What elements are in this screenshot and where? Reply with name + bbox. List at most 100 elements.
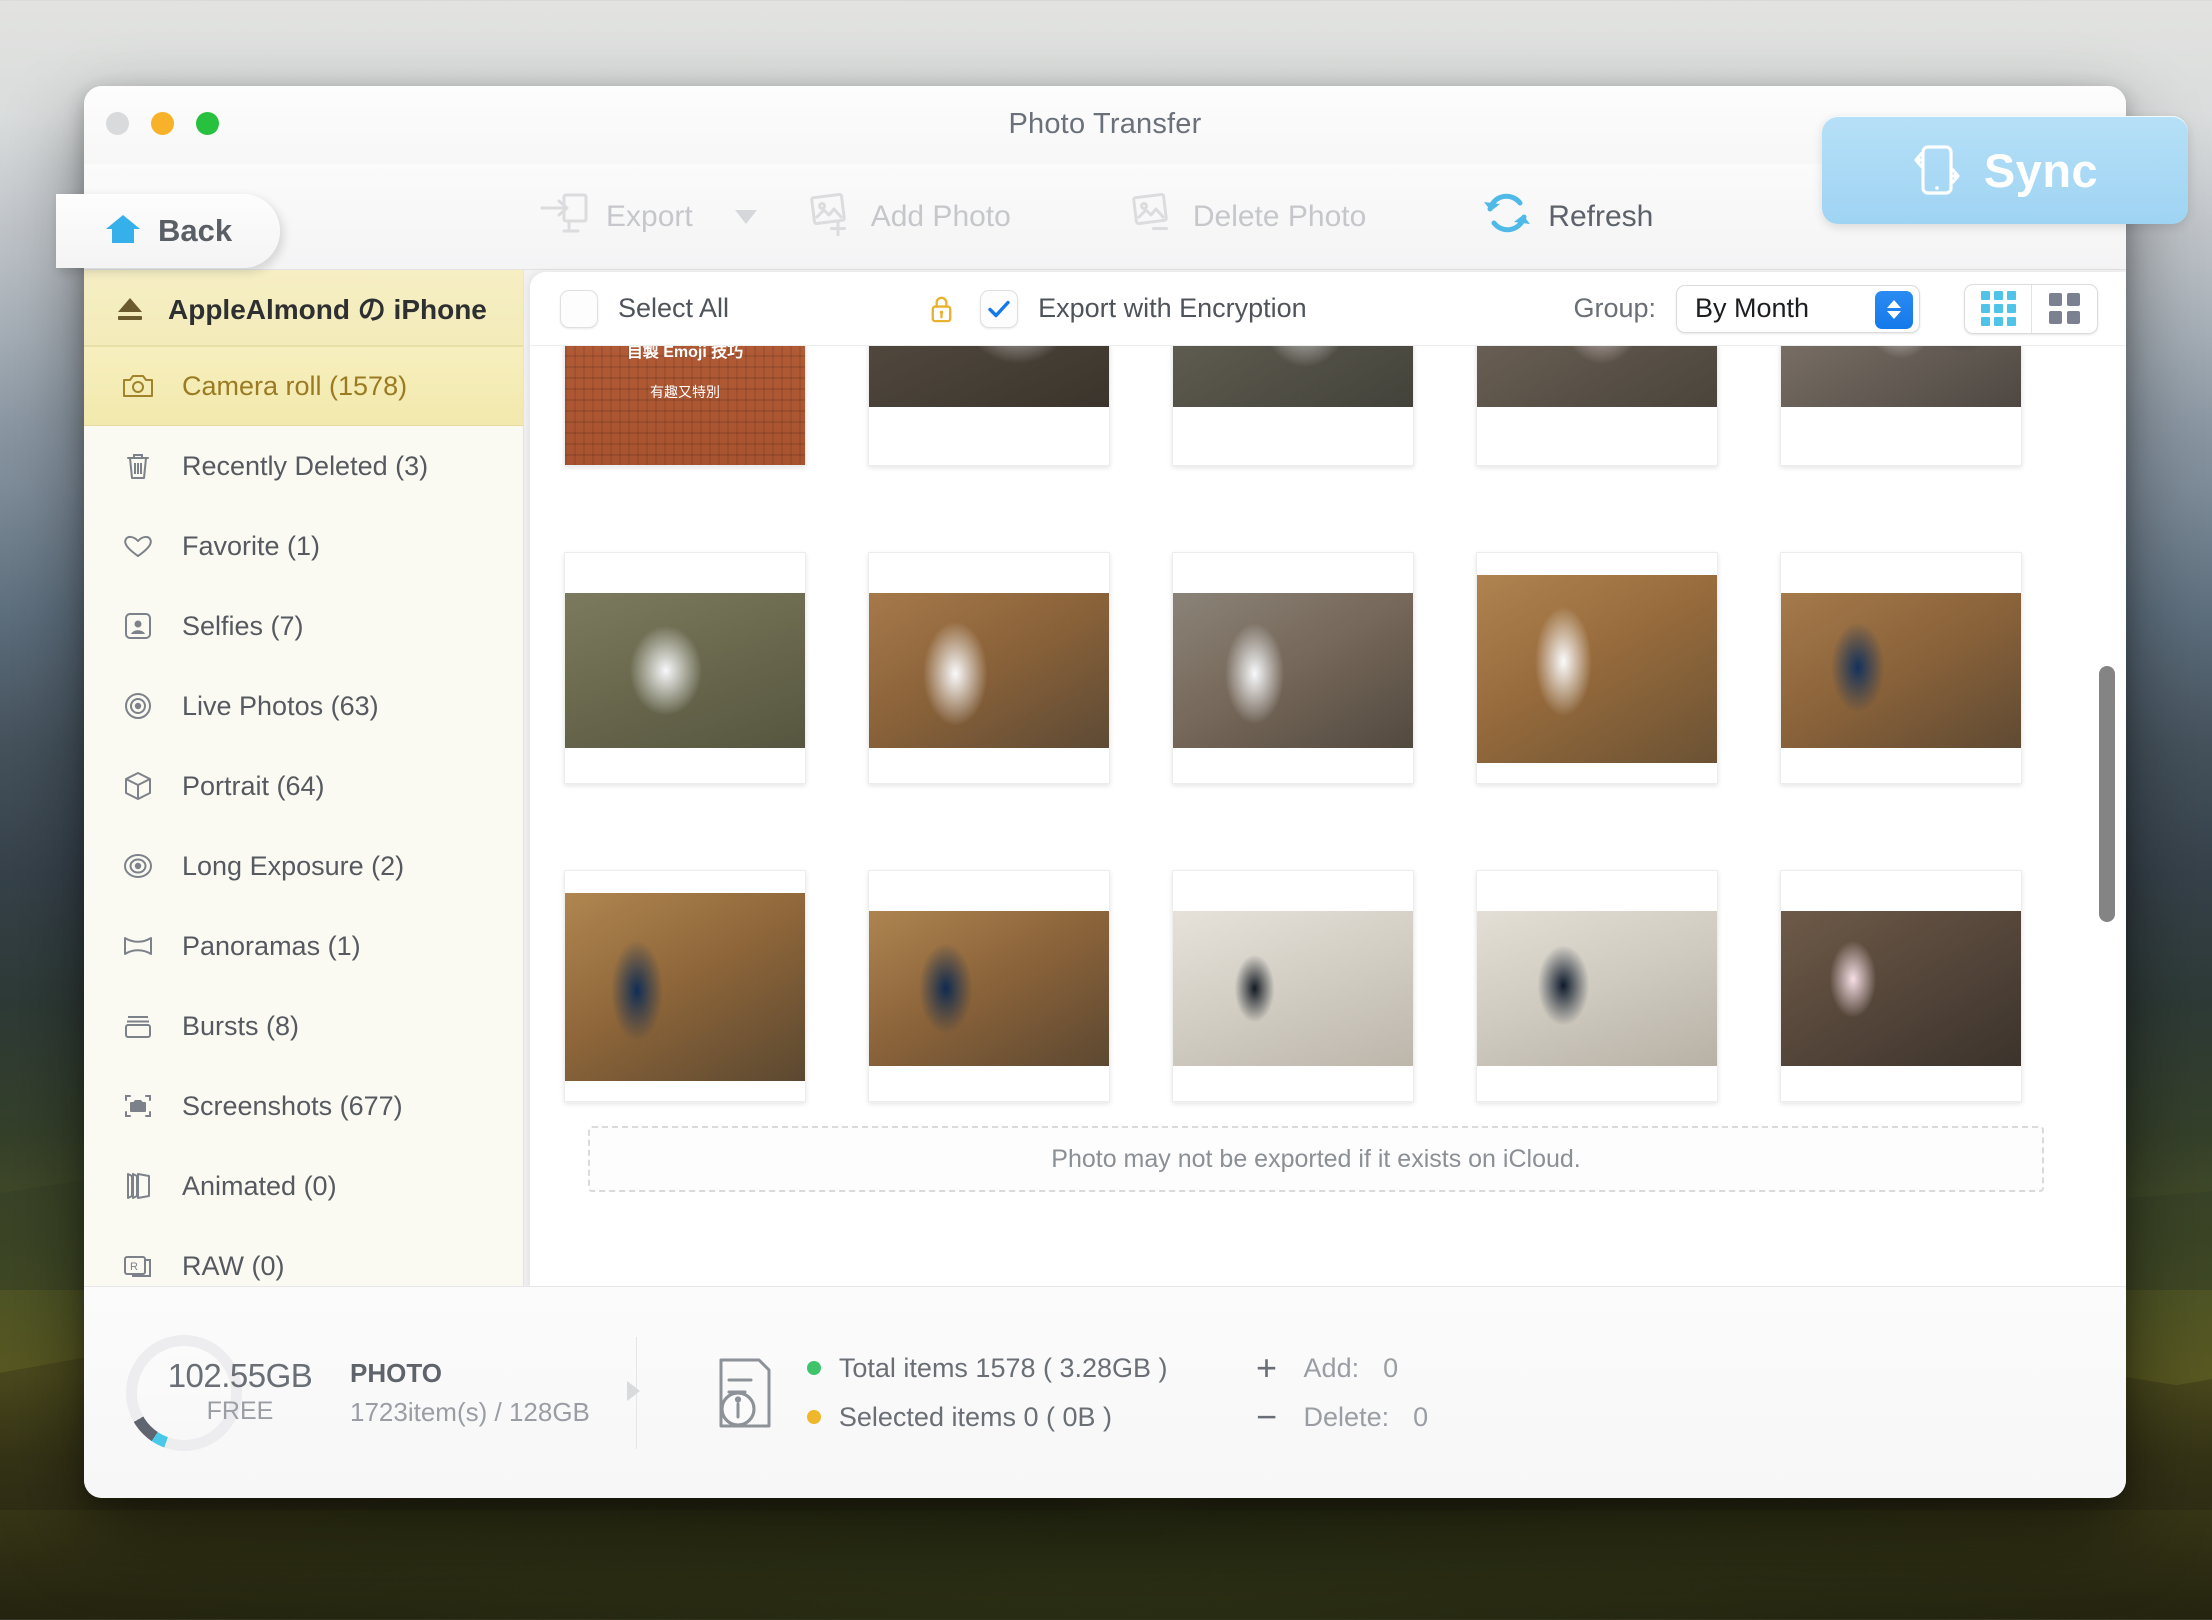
sidebar-item-screenshots[interactable]: Screenshots (677) xyxy=(84,1066,523,1146)
sidebar-item-portrait[interactable]: Portrait (64) xyxy=(84,746,523,826)
photo-cell[interactable] xyxy=(1780,552,2022,784)
sidebar-item-long-exposure[interactable]: Long Exposure (2) xyxy=(84,826,523,906)
icloud-notice: Photo may not be exported if it exists o… xyxy=(588,1126,2044,1192)
photo-cell[interactable] xyxy=(1476,346,1718,466)
svg-text:R: R xyxy=(130,1261,138,1273)
device-header[interactable]: AppleAlmond の iPhone xyxy=(84,270,523,346)
select-all-checkbox[interactable] xyxy=(560,289,598,328)
sync-button-label: Sync xyxy=(1983,143,2099,197)
export-encryption-checkbox[interactable] xyxy=(980,289,1019,328)
vertical-scrollbar[interactable] xyxy=(2096,346,2118,1286)
export-dropdown-caret[interactable] xyxy=(734,209,757,224)
photo-row xyxy=(564,870,2080,1102)
poster-line-2: 自製 Emoji 技巧 xyxy=(626,346,744,361)
trash-icon xyxy=(120,448,156,484)
cube-icon xyxy=(120,768,156,804)
back-button-label: Back xyxy=(158,213,233,248)
total-items-text: Total items 1578 ( 3.28GB ) xyxy=(838,1352,1168,1383)
items-stats: Total items 1578 ( 3.28GB ) Selected ite… xyxy=(709,1353,1168,1433)
delete-photo-icon xyxy=(1127,190,1177,244)
export-icon xyxy=(538,190,590,244)
photo-cell[interactable] xyxy=(868,346,1110,466)
scrollbar-thumb[interactable] xyxy=(2099,666,2115,922)
photo-cell[interactable] xyxy=(1780,346,2022,466)
person-icon xyxy=(120,608,156,644)
delete-photo-label: Delete Photo xyxy=(1192,199,1367,233)
photo-meta-detail: 1723item(s) / 128GB xyxy=(350,1396,590,1427)
group-select-value: By Month xyxy=(1695,293,1810,323)
photo-row xyxy=(564,552,2080,784)
document-info-icon xyxy=(709,1354,781,1432)
sidebar-label: Selfies (7) xyxy=(182,610,304,641)
icloud-notice-text: Photo may not be exported if it exists o… xyxy=(1051,1144,1581,1173)
refresh-icon xyxy=(1482,189,1532,245)
camera-icon xyxy=(120,368,156,404)
long-exposure-icon xyxy=(120,848,156,884)
screenshot-icon xyxy=(120,1088,156,1124)
select-all-label: Select All xyxy=(618,293,730,323)
export-label: Export xyxy=(606,199,693,233)
photo-cell[interactable] xyxy=(1476,870,1718,1102)
sidebar-item-bursts[interactable]: Bursts (8) xyxy=(84,986,523,1066)
sync-button[interactable]: Sync xyxy=(1822,116,2188,224)
control-bar: Select All Export with Encryption Group:… xyxy=(530,272,2126,346)
photo-cell[interactable] xyxy=(1172,552,1414,784)
sidebar-label: Screenshots (677) xyxy=(182,1090,403,1121)
add-photo-label: Add Photo xyxy=(870,199,1011,233)
home-icon xyxy=(104,212,142,251)
delete-photo-button[interactable]: Delete Photo xyxy=(1113,184,1380,250)
view-mode-toggle xyxy=(1964,283,2098,334)
eject-icon[interactable] xyxy=(112,290,148,326)
back-button[interactable]: Back xyxy=(56,194,280,268)
sidebar-item-selfies[interactable]: Selfies (7) xyxy=(84,586,523,666)
add-photo-icon xyxy=(805,190,855,244)
photo-cell[interactable] xyxy=(1780,870,2022,1102)
photo-cell[interactable] xyxy=(564,870,806,1102)
photo-cell[interactable] xyxy=(564,552,806,784)
delete-label: Delete: xyxy=(1303,1401,1390,1432)
sidebar-label: Favorite (1) xyxy=(182,530,321,561)
photo-cell[interactable]: iPhone 自製 Emoji 技巧 有趣又特別 xyxy=(564,346,806,466)
sidebar-label: Long Exposure (2) xyxy=(182,850,405,881)
photo-grid-scroll-region[interactable]: iPhone 自製 Emoji 技巧 有趣又特別 xyxy=(530,346,2126,1286)
sidebar-item-animated[interactable]: Animated (0) xyxy=(84,1146,523,1226)
plus-icon: + xyxy=(1256,1346,1278,1388)
large-grid-view-button[interactable] xyxy=(2031,284,2097,333)
photo-row: iPhone 自製 Emoji 技巧 有趣又特別 xyxy=(564,346,2080,466)
main-body: AppleAlmond の iPhone Camera roll (1578) xyxy=(84,270,2126,1286)
small-grid-view-button[interactable] xyxy=(1965,285,2031,333)
photo-cell[interactable] xyxy=(868,870,1110,1102)
add-value: 0 xyxy=(1383,1352,1399,1383)
photo-cell[interactable] xyxy=(1172,870,1414,1102)
storage-ring xyxy=(126,1334,242,1451)
storage-indicator: 102.55GB FREE PHOTO 1723item(s) / 128GB xyxy=(126,1334,590,1451)
stat-lines: Total items 1578 ( 3.28GB ) Selected ite… xyxy=(806,1352,1168,1433)
group-select[interactable]: By Month xyxy=(1676,284,1920,333)
title-bar: Photo Transfer xyxy=(84,86,2126,164)
sidebar-label: Recently Deleted (3) xyxy=(182,450,429,481)
sidebar-label: Panoramas (1) xyxy=(182,930,361,961)
raw-icon: R xyxy=(120,1248,156,1284)
photo-cell[interactable] xyxy=(1476,552,1718,784)
sidebar-item-recently-deleted[interactable]: Recently Deleted (3) xyxy=(84,426,523,506)
sidebar-item-favorite[interactable]: Favorite (1) xyxy=(84,506,523,586)
sidebar-item-raw[interactable]: R RAW (0) xyxy=(84,1226,523,1286)
refresh-button[interactable]: Refresh xyxy=(1468,183,1667,251)
sidebar-item-camera-roll[interactable]: Camera roll (1578) xyxy=(84,346,523,426)
sidebar-label: Camera roll (1578) xyxy=(182,370,408,401)
photo-cell[interactable] xyxy=(868,552,1110,784)
chevron-updown-icon[interactable] xyxy=(1875,290,1913,329)
sidebar-item-panoramas[interactable]: Panoramas (1) xyxy=(84,906,523,986)
selected-items-text: Selected items 0 ( 0B ) xyxy=(838,1401,1113,1432)
device-name: AppleAlmond の iPhone xyxy=(168,293,487,325)
add-photo-button[interactable]: Add Photo xyxy=(791,184,1025,250)
bursts-icon xyxy=(120,1008,156,1044)
sidebar-label: Animated (0) xyxy=(182,1170,337,1201)
lock-icon xyxy=(925,292,958,325)
photo-cell[interactable] xyxy=(1172,346,1414,466)
sidebar-item-live-photos[interactable]: Live Photos (63) xyxy=(84,666,523,746)
export-button[interactable]: Export xyxy=(524,184,707,250)
photo-grid: iPhone 自製 Emoji 技巧 有趣又特別 xyxy=(530,346,2126,1286)
photo-panel: Select All Export with Encryption Group:… xyxy=(530,272,2126,1286)
expand-arrow-icon[interactable] xyxy=(626,1380,640,1401)
